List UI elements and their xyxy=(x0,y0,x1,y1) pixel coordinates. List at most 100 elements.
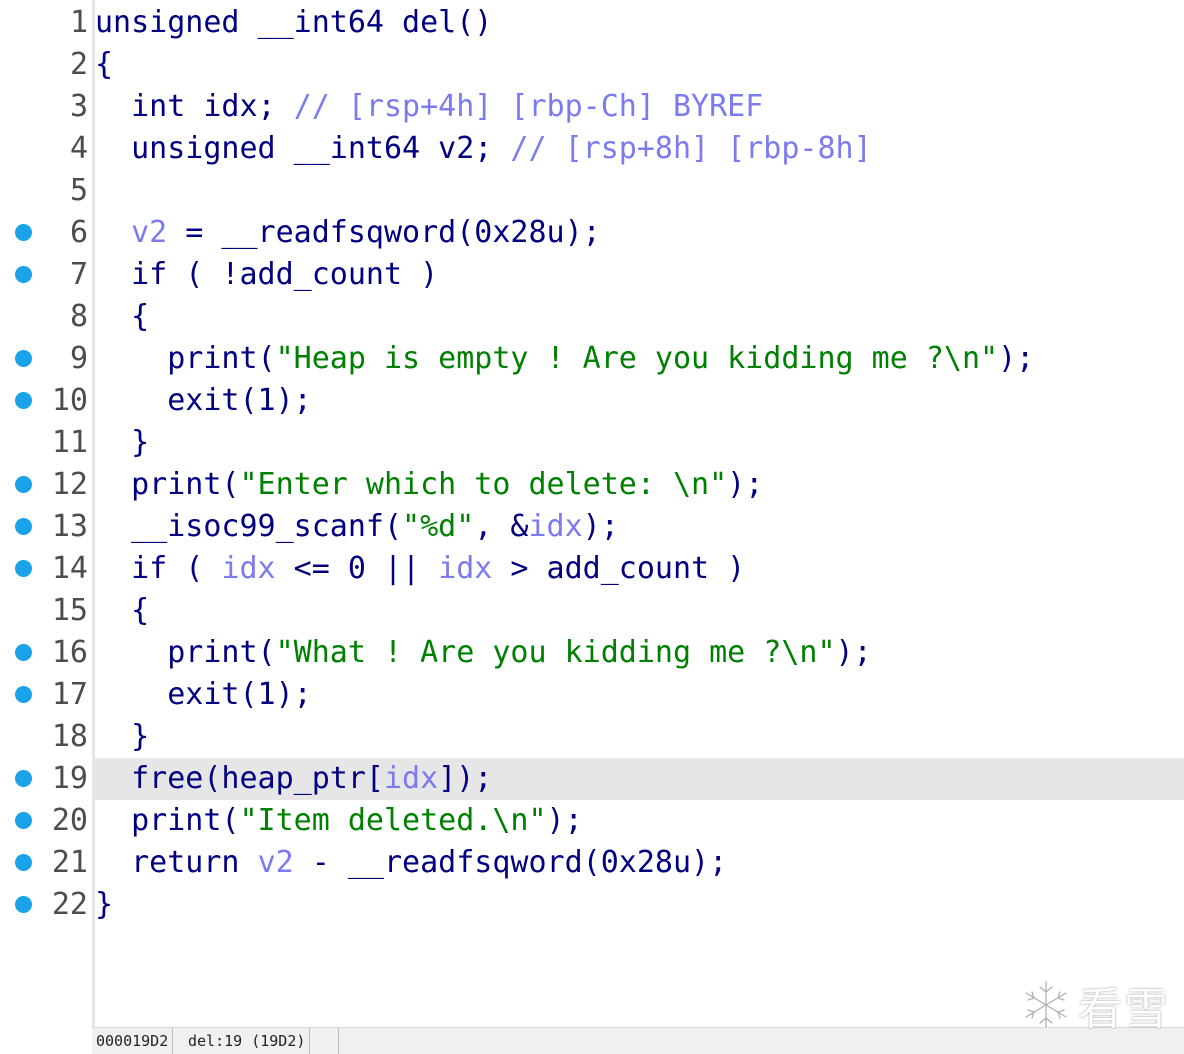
breakpoint-dot-icon[interactable] xyxy=(15,770,32,787)
code-token: int idx; xyxy=(95,89,294,124)
code-line[interactable]: { xyxy=(95,44,113,86)
line-number: 12 xyxy=(51,467,88,502)
line-number: 7 xyxy=(69,257,88,292)
watermark-text: 看雪 xyxy=(1078,984,1170,1035)
line-number: 10 xyxy=(51,383,88,418)
code-line[interactable]: { xyxy=(95,590,149,632)
code-string-token: "Heap is empty ! Are you kidding me ?\n" xyxy=(275,341,999,376)
code-line[interactable]: exit(1); xyxy=(95,674,312,716)
code-line[interactable]: return v2 - __readfsqword(0x28u); xyxy=(95,842,727,884)
breakpoint-dot-icon[interactable] xyxy=(15,476,32,493)
code-token: { xyxy=(95,47,114,82)
code-token: , & xyxy=(474,509,529,544)
code-variable-token: // [rsp+4h] [rbp-Ch] BYREF xyxy=(293,89,764,124)
breakpoint-dot-icon[interactable] xyxy=(15,266,32,283)
pseudocode-editor[interactable]: unsigned __int64 del() { int idx; // [rsp… xyxy=(95,0,1184,1027)
code-token: { xyxy=(95,299,150,334)
code-token: free(heap_ptr[ xyxy=(95,761,384,796)
code-string-token: "Enter which to delete: \n" xyxy=(239,467,728,502)
line-number: 6 xyxy=(69,215,88,250)
code-variable-token: v2 xyxy=(257,845,294,880)
code-line[interactable]: unsigned __int64 del() xyxy=(95,2,492,44)
breakpoint-dot-icon[interactable] xyxy=(15,560,32,577)
line-number: 17 xyxy=(51,677,88,712)
code-line[interactable]: print("What ! Are you kidding me ?\n"); xyxy=(95,632,872,674)
code-token: exit(1); xyxy=(95,677,312,712)
breakpoint-dot-icon[interactable] xyxy=(15,686,32,703)
line-number: 20 xyxy=(51,803,88,838)
code-token: ); xyxy=(998,341,1035,376)
line-number: 8 xyxy=(69,299,88,334)
line-number: 2 xyxy=(69,47,88,82)
code-token: ); xyxy=(582,509,619,544)
code-token: ); xyxy=(727,467,764,502)
breakpoint-dot-icon[interactable] xyxy=(15,350,32,367)
breakpoint-dot-icon[interactable] xyxy=(15,896,32,913)
code-line[interactable]: { xyxy=(95,296,149,338)
watermark: 看雪 xyxy=(1020,979,1170,1035)
code-token: ); xyxy=(835,635,872,670)
code-variable-token: idx xyxy=(528,509,583,544)
line-number: 16 xyxy=(51,635,88,670)
line-number: 3 xyxy=(69,89,88,124)
code-token: ); xyxy=(546,803,583,838)
code-variable-token: v2 xyxy=(131,215,168,250)
code-token: if ( xyxy=(95,551,222,586)
code-line[interactable]: if ( idx <= 0 || idx > add_count ) xyxy=(95,548,745,590)
code-token: __isoc99_scanf( xyxy=(95,509,403,544)
status-address: 000019D2 xyxy=(92,1028,174,1054)
status-bar: 000019D2 del:19 (19D2) xyxy=(92,1027,1184,1054)
code-token: } xyxy=(95,719,150,754)
code-line[interactable]: int idx; // [rsp+4h] [rbp-Ch] BYREF xyxy=(95,86,763,128)
code-token: } xyxy=(95,425,150,460)
status-empty-segment xyxy=(338,1028,339,1054)
code-line[interactable]: print("Item deleted.\n"); xyxy=(95,800,583,842)
code-string-token: "Item deleted.\n" xyxy=(239,803,547,838)
code-line[interactable]: unsigned __int64 v2; // [rsp+8h] [rbp-8h… xyxy=(95,128,872,170)
line-number: 5 xyxy=(69,173,88,208)
line-number: 11 xyxy=(51,425,88,460)
breakpoint-dot-icon[interactable] xyxy=(15,812,32,829)
code-token: <= 0 || xyxy=(275,551,439,586)
code-token: exit(1); xyxy=(95,383,312,418)
snowflake-icon xyxy=(1024,980,1068,1030)
line-number: 19 xyxy=(51,761,88,796)
code-variable-token: idx xyxy=(221,551,276,586)
code-token: print( xyxy=(95,467,240,502)
code-token: print( xyxy=(95,803,240,838)
line-number: 22 xyxy=(51,887,88,922)
code-line[interactable]: __isoc99_scanf("%d", &idx); xyxy=(95,506,619,548)
code-line[interactable]: print("Enter which to delete: \n"); xyxy=(95,464,763,506)
breakpoint-dot-icon[interactable] xyxy=(15,224,32,241)
breakpoint-dot-icon[interactable] xyxy=(15,392,32,409)
line-number: 13 xyxy=(51,509,88,544)
code-token: { xyxy=(95,593,150,628)
code-token: > add_count ) xyxy=(492,551,746,586)
code-string-token: "What ! Are you kidding me ?\n" xyxy=(275,635,836,670)
code-line[interactable]: if ( !add_count ) xyxy=(95,254,438,296)
breakpoint-dot-icon[interactable] xyxy=(15,854,32,871)
breakpoint-dot-icon[interactable] xyxy=(15,644,32,661)
code-line[interactable]: } xyxy=(95,716,149,758)
code-line[interactable]: exit(1); xyxy=(95,380,312,422)
code-variable-token: idx xyxy=(438,551,493,586)
line-number: 18 xyxy=(51,719,88,754)
code-token: return xyxy=(95,845,258,880)
code-line[interactable]: } xyxy=(95,884,113,926)
code-line[interactable]: v2 = __readfsqword(0x28u); xyxy=(95,212,601,254)
code-line[interactable]: } xyxy=(95,422,149,464)
code-token: if ( !add_count ) xyxy=(95,257,439,292)
breakpoint-dot-icon[interactable] xyxy=(15,518,32,535)
line-number: 1 xyxy=(69,5,88,40)
line-number: 4 xyxy=(69,131,88,166)
code-line[interactable]: free(heap_ptr[idx]); xyxy=(95,758,492,800)
code-token: unsigned __int64 v2; xyxy=(95,131,511,166)
line-number: 15 xyxy=(51,593,88,628)
code-line[interactable]: print("Heap is empty ! Are you kidding m… xyxy=(95,338,1034,380)
code-token: unsigned __int64 del() xyxy=(95,5,493,40)
code-token: - __readfsqword(0x28u); xyxy=(293,845,728,880)
code-string-token: "%d" xyxy=(402,509,475,544)
code-token: print( xyxy=(95,341,276,376)
code-token: = __readfsqword(0x28u); xyxy=(167,215,601,250)
